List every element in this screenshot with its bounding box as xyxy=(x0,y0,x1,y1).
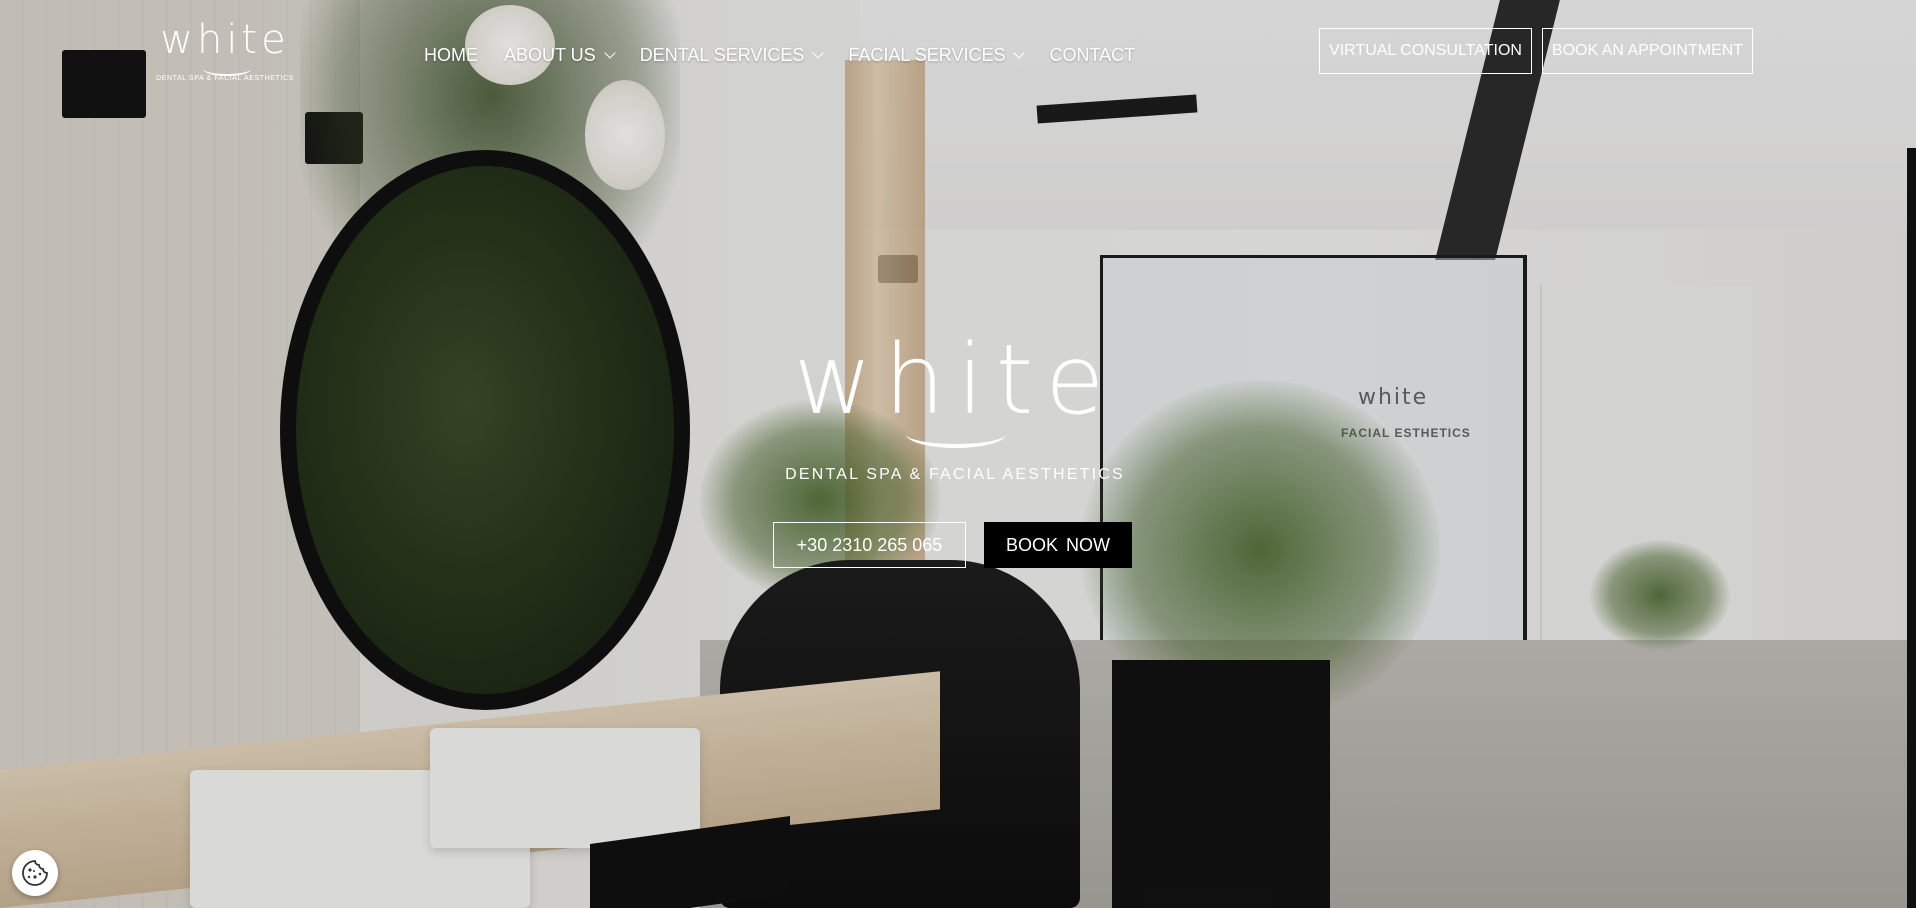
logo-smile-mark xyxy=(203,62,251,76)
hero-smile-mark xyxy=(906,420,1006,448)
virtual-consultation-button[interactable]: VIRTUAL CONSULTATION xyxy=(1319,28,1532,74)
nav-item-label: ABOUT US xyxy=(504,44,596,65)
nav-item-dental-services[interactable]: DENTAL SERVICES xyxy=(639,44,825,66)
hero-logo: white DENTAL SPA & FACIAL AESTHETICS xyxy=(780,330,1130,490)
phone-button[interactable]: +30 2310 265 065 xyxy=(773,522,966,568)
hero-logo-wordmark: white xyxy=(793,324,1117,436)
nav-item-label: HOME xyxy=(424,44,478,65)
main-nav: HOME ABOUT US DENTAL SERVICES FACIAL SER… xyxy=(424,40,1161,70)
book-now-button[interactable]: BOOK NOW xyxy=(984,522,1132,568)
nav-item-about-us[interactable]: ABOUT US xyxy=(504,44,616,66)
hero-tagline: DENTAL SPA & FACIAL AESTHETICS xyxy=(785,466,1125,483)
nav-item-contact[interactable]: CONTACT xyxy=(1049,45,1135,66)
nav-item-home[interactable]: HOME xyxy=(424,45,478,66)
book-appointment-button[interactable]: BOOK AN APPOINTMENT xyxy=(1542,28,1753,74)
site-logo[interactable]: white DENTAL SPA & FACIAL AESTHETICS xyxy=(155,18,295,86)
logo-wordmark: white xyxy=(160,17,290,63)
chevron-down-icon xyxy=(604,46,616,59)
cookie-settings-button[interactable] xyxy=(12,850,58,896)
nav-item-label: CONTACT xyxy=(1049,44,1136,65)
scrollbar[interactable] xyxy=(1907,148,1916,908)
nav-item-facial-services[interactable]: FACIAL SERVICES xyxy=(848,44,1026,66)
nav-item-label: DENTAL SERVICES xyxy=(639,44,805,65)
chevron-down-icon xyxy=(1013,46,1026,59)
chevron-down-icon xyxy=(812,46,825,59)
cookie-icon xyxy=(22,860,48,886)
nav-item-label: FACIAL SERVICES xyxy=(848,44,1006,65)
logo-tagline: DENTAL SPA & FACIAL AESTHETICS xyxy=(156,75,294,82)
